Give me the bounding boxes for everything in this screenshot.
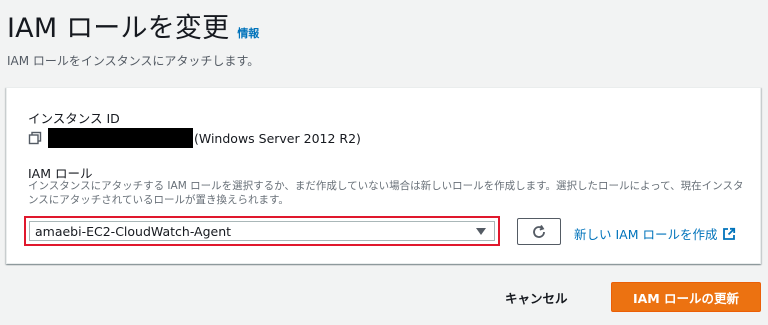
title-row: IAM ロールを変更 情報 — [7, 6, 259, 45]
instance-os: (Windows Server 2012 R2) — [194, 130, 361, 146]
caret-down-icon — [476, 227, 486, 235]
create-iam-role-link[interactable]: 新しい IAM ロールを作成 — [574, 224, 736, 243]
iam-role-select[interactable]: amaebi-EC2-CloudWatch-Agent — [24, 216, 500, 246]
copy-icon[interactable] — [28, 131, 42, 145]
instance-id-row: (Windows Server 2012 R2) — [28, 128, 361, 148]
cancel-button[interactable]: キャンセル — [505, 288, 568, 307]
instance-id-redacted — [48, 128, 193, 148]
page: IAM ロールを変更 情報 IAM ロールをインスタンスにアタッチします。 イン… — [0, 0, 768, 325]
refresh-icon — [533, 224, 545, 238]
instance-id-label: インスタンス ID — [28, 111, 120, 126]
refresh-button[interactable] — [517, 218, 561, 245]
page-title: IAM ロールを変更 — [7, 13, 230, 44]
settings-panel: インスタンス ID (Windows Server 2012 R2) IAM ロ… — [6, 87, 761, 264]
iam-role-selected-value: amaebi-EC2-CloudWatch-Agent — [35, 223, 232, 239]
page-subtitle: IAM ロールをインスタンスにアタッチします。 — [7, 54, 260, 68]
iam-role-description: インスタンスにアタッチする IAM ロールを選択するか、まだ作成していない場合は… — [28, 180, 744, 206]
external-link-icon — [723, 227, 736, 240]
iam-role-select-inner[interactable]: amaebi-EC2-CloudWatch-Agent — [29, 221, 495, 241]
update-iam-role-button[interactable]: IAM ロールの更新 — [611, 282, 761, 312]
create-iam-role-text: 新しい IAM ロールを作成 — [574, 227, 718, 242]
info-link[interactable]: 情報 — [237, 25, 259, 41]
